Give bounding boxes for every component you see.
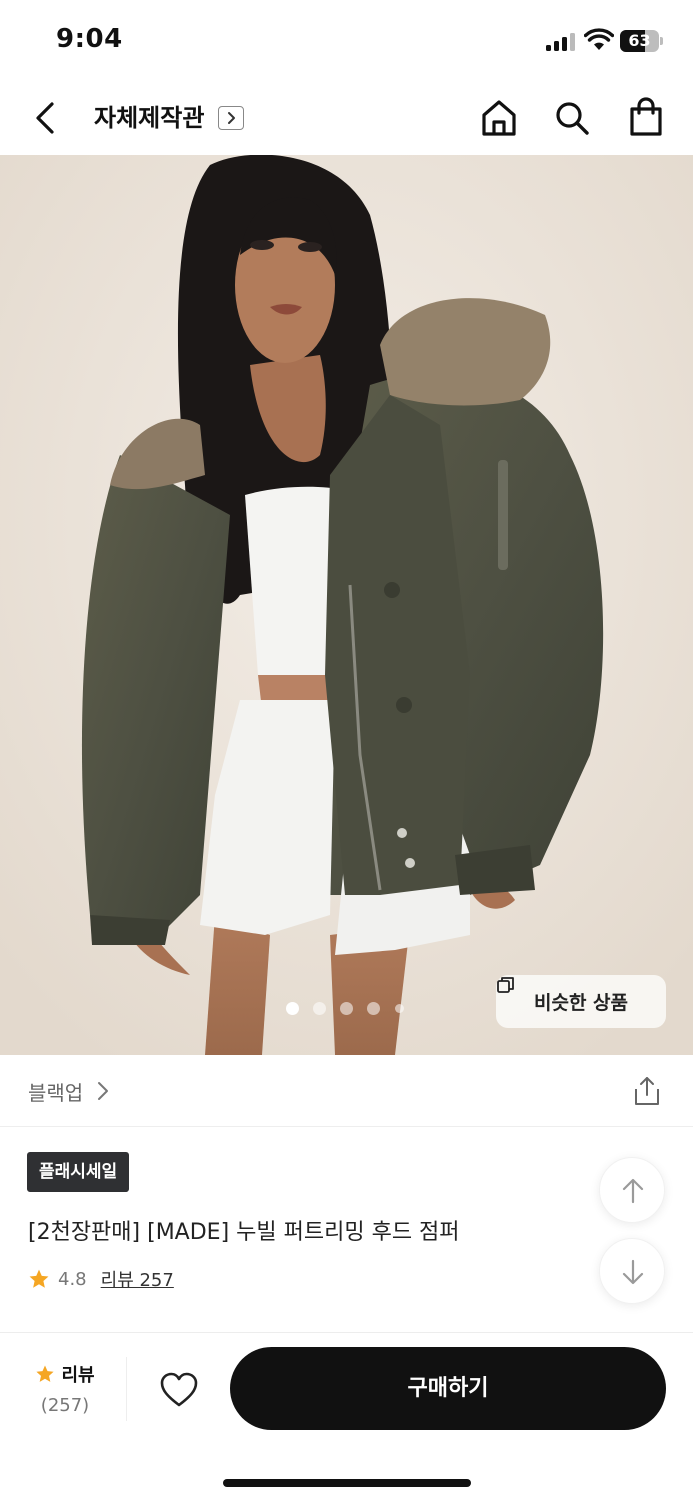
signal-icon <box>546 33 578 51</box>
product-photo <box>0 155 693 1055</box>
review-summary-count: (257) <box>40 1395 90 1416</box>
star-icon <box>29 1269 49 1288</box>
status-time: 9:04 <box>56 24 123 54</box>
scroll-up-button[interactable] <box>599 1157 665 1223</box>
pagination-dot <box>395 1004 404 1013</box>
share-icon[interactable] <box>632 1075 662 1107</box>
product-image-gallery[interactable]: 비슷한 상품 <box>0 155 693 1055</box>
home-icon[interactable] <box>480 98 518 138</box>
pagination-dot <box>313 1002 326 1015</box>
heart-icon[interactable] <box>159 1371 199 1409</box>
star-icon <box>36 1365 55 1382</box>
copy-icon <box>497 977 514 993</box>
gallery-pagination <box>284 1002 414 1016</box>
scroll-down-button[interactable] <box>599 1238 665 1304</box>
divider <box>126 1357 127 1421</box>
back-arrow-icon[interactable] <box>28 98 64 138</box>
review-summary-button[interactable]: 리뷰 (257) <box>30 1361 100 1416</box>
pagination-dot <box>340 1002 353 1015</box>
similar-products-button[interactable]: 비슷한 상품 <box>496 975 666 1028</box>
flash-sale-badge: 플래시세일 <box>27 1152 130 1192</box>
pagination-dot <box>367 1002 380 1015</box>
shopping-bag-icon[interactable] <box>627 96 665 138</box>
battery-level: 63 <box>628 31 651 50</box>
buy-button[interactable]: 구매하기 <box>230 1347 666 1430</box>
search-icon[interactable] <box>553 98 591 138</box>
review-summary-label: 리뷰 <box>61 1365 95 1386</box>
product-title: [2천장판매] [MADE] 누빌 퍼트리밍 후드 점퍼 <box>28 1220 460 1245</box>
bottom-action-bar: 리뷰 (257) 구매하기 <box>0 1332 693 1500</box>
rating-row: 4.8 리뷰 257 <box>28 1266 174 1292</box>
store-link-button[interactable] <box>218 106 244 130</box>
review-count-link[interactable]: 리뷰 257 <box>101 1266 174 1292</box>
home-indicator <box>223 1479 471 1487</box>
pagination-dot-active <box>286 1002 299 1015</box>
brand-name[interactable]: 블랙업 <box>28 1077 83 1106</box>
battery-icon: 63 <box>620 30 664 52</box>
similar-products-label: 비슷한 상품 <box>533 992 628 1014</box>
status-bar: 9:04 63 <box>0 0 693 80</box>
wifi-icon <box>584 28 614 50</box>
brand-row: 블랙업 <box>0 1055 693 1127</box>
rating-value: 4.8 <box>58 1268 87 1290</box>
arrow-down-icon <box>622 1259 644 1285</box>
store-title[interactable]: 자체제작관 <box>94 101 204 135</box>
top-navigation: 자체제작관 <box>0 80 693 155</box>
chevron-right-icon <box>228 112 235 124</box>
chevron-right-icon[interactable] <box>96 1080 110 1102</box>
arrow-up-icon <box>622 1178 644 1204</box>
